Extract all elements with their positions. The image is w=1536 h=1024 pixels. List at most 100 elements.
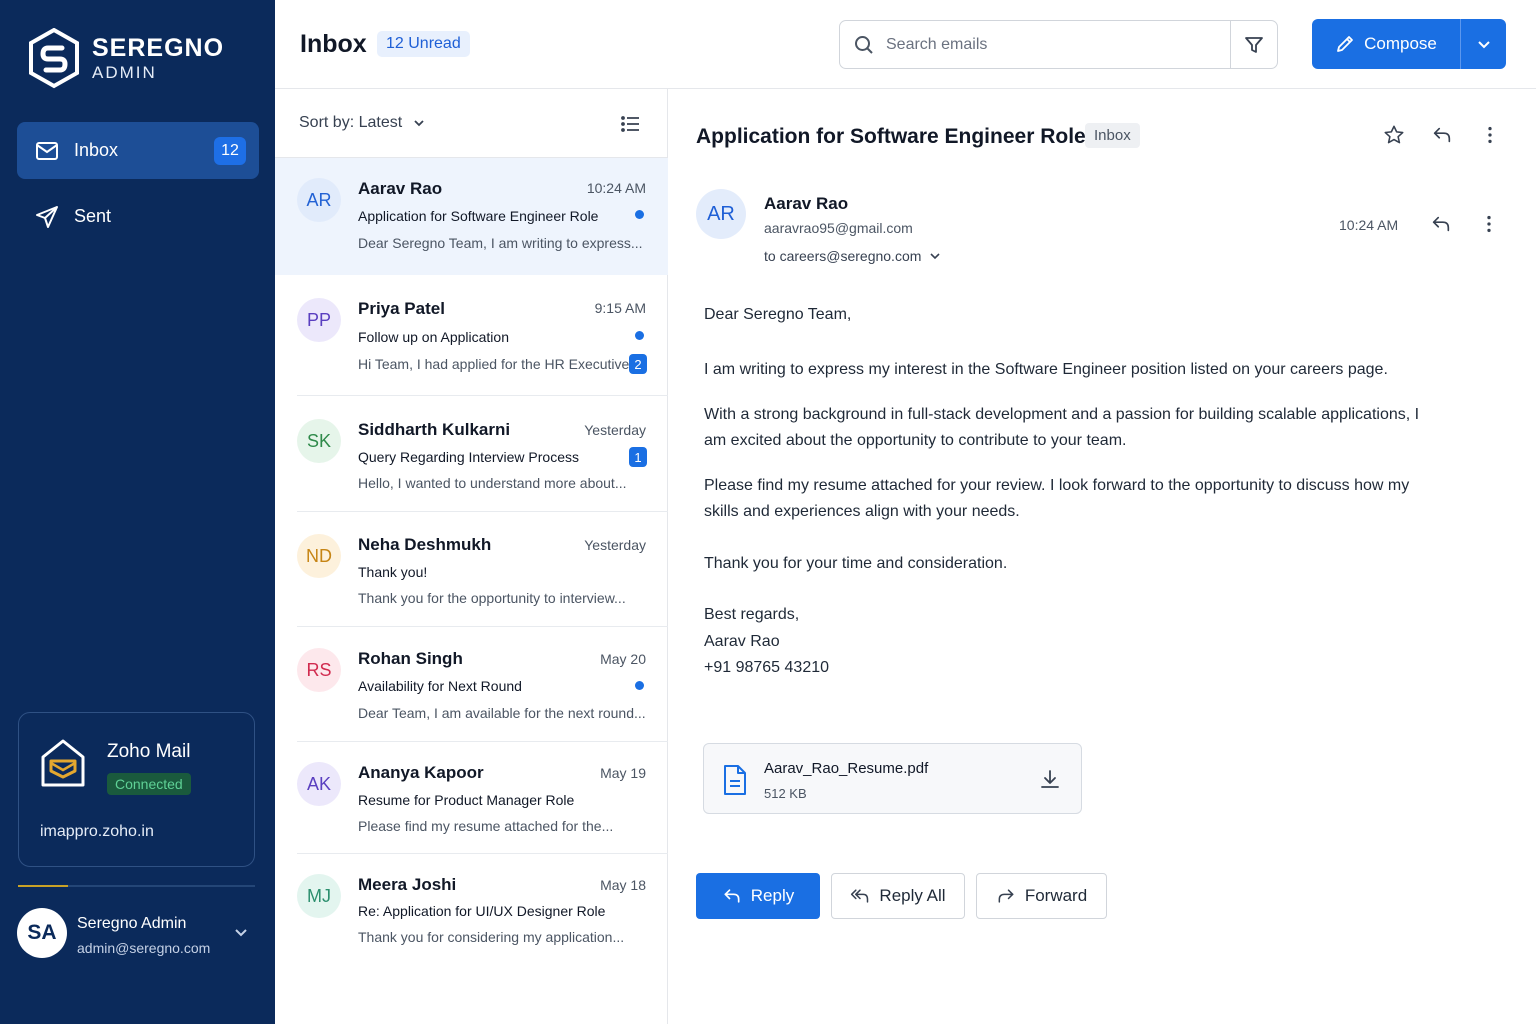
reply-icon [724, 889, 740, 903]
thread-count-badge: 1 [629, 447, 647, 467]
thread-count-badge: 2 [629, 354, 647, 374]
star-button[interactable] [1381, 122, 1407, 148]
reply-button-top[interactable] [1429, 122, 1455, 148]
search-input[interactable] [886, 33, 1216, 57]
recipient-details-toggle[interactable]: to careers@seregno.com [764, 248, 941, 264]
reply-icon [1432, 216, 1450, 232]
page-title: Inbox [300, 30, 367, 58]
avatar: AK [297, 762, 341, 806]
unread-dot [635, 681, 644, 690]
sort-label: Sort by: Latest [299, 114, 403, 131]
email-time: Yesterday [584, 422, 646, 438]
mail-integration-card[interactable]: Zoho Mail Connected imappro.zoho.in [18, 712, 255, 867]
signature-phone: +91 98765 43210 [704, 659, 830, 676]
email-sender: Meera Joshi [358, 875, 457, 894]
attachment-card[interactable]: Aarav_Rao_Resume.pdf 512 KB [703, 743, 1082, 814]
sidebar-item-sent[interactable]: Sent [17, 188, 259, 245]
attachment-name: Aarav_Rao_Resume.pdf [764, 760, 929, 777]
integration-host: imappro.zoho.in [40, 823, 154, 840]
email-time: 9:15 AM [594, 300, 646, 316]
more-vertical-icon [1488, 126, 1492, 144]
sidebar-item-inbox[interactable]: Inbox 12 [17, 122, 259, 179]
sort-dropdown[interactable]: Sort by: Latest [299, 114, 426, 132]
message-subject: Application for Software Engineer Role [696, 125, 1086, 148]
forward-button[interactable]: Forward [976, 873, 1107, 919]
seregno-logo-icon [29, 28, 79, 89]
pencil-icon [1337, 36, 1354, 52]
sidebar-nav: Inbox 12 Sent [17, 122, 259, 254]
reply-label: Reply [750, 886, 795, 905]
zoho-mail-icon [41, 739, 85, 787]
more-options-button[interactable] [1477, 122, 1503, 148]
email-sender: Neha Deshmukh [358, 535, 492, 554]
sidebar-item-label: Sent [74, 206, 112, 226]
list-item[interactable]: AK Ananya Kapoor May 19 Resume for Produ… [275, 742, 668, 854]
compose-options-button[interactable] [1460, 19, 1506, 69]
mail-icon [36, 141, 58, 160]
email-preview: Thank you for the opportunity to intervi… [358, 590, 626, 606]
connection-status-badge: Connected [107, 773, 191, 795]
profile-name: Seregno Admin [77, 915, 187, 932]
email-subject: Thank you! [358, 564, 428, 580]
reply-button-inline[interactable] [1428, 211, 1454, 237]
list-item[interactable]: RS Rohan Singh May 20 Availability for N… [275, 627, 668, 742]
list-item[interactable]: MJ Meera Joshi May 18 Re: Application fo… [275, 854, 668, 966]
email-subject: Re: Application for UI/UX Designer Role [358, 903, 606, 919]
top-header: Inbox 12 Unread Compose [275, 0, 1536, 89]
list-item[interactable]: AR Aarav Rao 10:24 AM Application for So… [275, 158, 668, 275]
email-preview: Hello, I wanted to understand more about… [358, 475, 627, 491]
sidebar-item-label: Inbox [74, 140, 119, 160]
list-item[interactable]: ND Neha Deshmukh Yesterday Thank you! Th… [275, 512, 668, 627]
sidebar-divider [18, 885, 255, 887]
reply-button[interactable]: Reply [696, 873, 820, 919]
email-subject: Application for Software Engineer Role [358, 208, 599, 224]
list-view-icon[interactable] [620, 113, 642, 135]
forward-icon [998, 889, 1014, 903]
document-icon [724, 765, 746, 795]
chevron-down-icon [414, 120, 424, 127]
star-icon [1384, 125, 1404, 144]
sender-email: aaravrao95@gmail.com [764, 220, 913, 236]
email-time: Yesterday [584, 537, 646, 553]
avatar: SK [297, 419, 341, 463]
email-subject: Query Regarding Interview Process [358, 449, 579, 465]
filter-button[interactable] [1230, 21, 1277, 68]
email-list: Sort by: Latest AR Aarav Rao 10:24 AM Ap… [275, 89, 668, 1024]
message-time: 10:24 AM [1339, 217, 1399, 233]
list-item[interactable]: SK Siddharth Kulkarni Yesterday Query Re… [275, 396, 668, 512]
avatar: RS [297, 648, 341, 692]
search-bar [839, 20, 1278, 69]
email-subject: Follow up on Application [358, 329, 509, 345]
email-time: 10:24 AM [586, 180, 646, 196]
avatar: AR [297, 178, 341, 222]
list-toolbar: Sort by: Latest [275, 89, 667, 158]
list-item[interactable]: PP Priya Patel 9:15 AM Follow up on Appl… [275, 275, 668, 396]
inbox-count-badge: 12 [214, 137, 246, 165]
chevron-down-icon[interactable] [233, 924, 249, 940]
avatar: MJ [297, 874, 341, 918]
message-more-button[interactable] [1476, 211, 1502, 237]
unread-dot [635, 210, 644, 219]
recipient-label: to careers@seregno.com [764, 248, 922, 264]
attachment-size: 512 KB [764, 786, 807, 801]
compose-split-button: Compose [1312, 19, 1506, 69]
filter-icon [1245, 36, 1263, 53]
email-sender: Siddharth Kulkarni [358, 420, 511, 439]
brand-name: SEREGNO [92, 34, 225, 62]
avatar: AR [696, 189, 746, 239]
download-icon[interactable] [1039, 768, 1061, 790]
message-paragraph: With a strong background in full-stack d… [704, 406, 1420, 449]
brand[interactable]: SEREGNO ADMIN [28, 28, 224, 90]
avatar: PP [297, 298, 341, 342]
integration-name: Zoho Mail [107, 741, 191, 762]
forward-label: Forward [1024, 886, 1088, 905]
compose-label: Compose [1364, 34, 1437, 53]
brand-subtitle: ADMIN [92, 63, 157, 82]
sender-name: Aarav Rao [764, 194, 849, 213]
reply-all-button[interactable]: Reply All [831, 873, 965, 919]
signoff: Best regards, [704, 606, 800, 623]
email-preview: Please find my resume attached for the..… [358, 818, 614, 834]
compose-button[interactable]: Compose [1312, 19, 1460, 69]
user-profile-menu[interactable]: SA Seregno Admin admin@seregno.com [17, 908, 257, 960]
reply-icon [1433, 127, 1451, 143]
